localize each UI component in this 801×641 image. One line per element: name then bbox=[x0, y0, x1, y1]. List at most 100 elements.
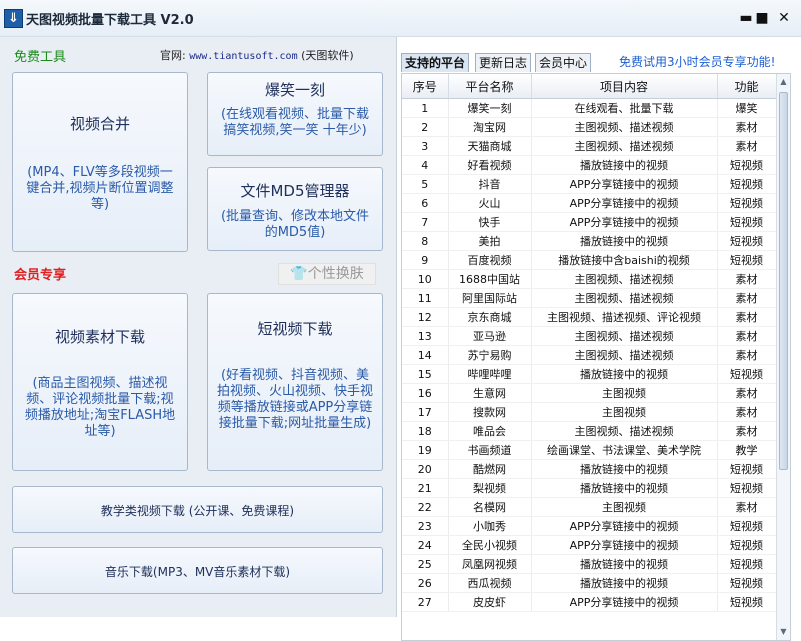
row-platform: 西瓜视频 bbox=[448, 573, 532, 593]
official-url-link[interactable]: www.tiantusoft.com bbox=[189, 51, 297, 62]
free-trial-link[interactable]: 免费试用3小时会员专享功能! bbox=[619, 53, 775, 70]
table-row[interactable]: 27 皮皮虾 APP分享链接中的视频 短视频 bbox=[402, 592, 777, 612]
table-row[interactable]: 8 美拍 播放链接中的视频 短视频 bbox=[402, 231, 777, 251]
scroll-up-icon[interactable]: ▲ bbox=[777, 74, 790, 90]
row-platform: 书画频道 bbox=[448, 440, 532, 460]
education-download-button[interactable]: 教学类视频下载 (公开课、免费课程) bbox=[12, 486, 383, 533]
row-function: 短视频 bbox=[717, 592, 777, 612]
md5-manager-button[interactable]: 文件MD5管理器 (批量查询、修改本地文件的MD5值) bbox=[207, 167, 383, 251]
row-platform: 天猫商城 bbox=[448, 136, 532, 156]
table-row[interactable]: 5 抖音 APP分享链接中的视频 短视频 bbox=[402, 174, 777, 194]
table-row[interactable]: 23 小咖秀 APP分享链接中的视频 短视频 bbox=[402, 516, 777, 536]
row-function: 短视频 bbox=[717, 478, 777, 498]
table-row[interactable]: 19 书画频道 绘画课堂、书法课堂、美术学院 教学 bbox=[402, 440, 777, 460]
table-row[interactable]: 22 名模网 主图视频 素材 bbox=[402, 497, 777, 517]
row-content: 播放链接中含baishi的视频 bbox=[531, 250, 718, 270]
column-header-content[interactable]: 项目内容 bbox=[531, 74, 718, 99]
row-index: 9 bbox=[402, 250, 449, 270]
row-function: 短视频 bbox=[717, 193, 777, 213]
table-row[interactable]: 6 火山 APP分享链接中的视频 短视频 bbox=[402, 193, 777, 213]
scroll-down-icon[interactable]: ▼ bbox=[777, 624, 790, 640]
row-function: 素材 bbox=[717, 421, 777, 441]
table-row[interactable]: 12 京东商城 主图视频、描述视频、评论视频 素材 bbox=[402, 307, 777, 327]
row-function: 短视频 bbox=[717, 155, 777, 175]
row-content: 主图视频 bbox=[531, 402, 718, 422]
table-row[interactable]: 9 百度视频 播放链接中含baishi的视频 短视频 bbox=[402, 250, 777, 270]
table-row[interactable]: 4 好看视频 播放链接中的视频 短视频 bbox=[402, 155, 777, 175]
row-platform: 爆笑一刻 bbox=[448, 98, 532, 118]
tab-update-log[interactable]: 更新日志 bbox=[475, 53, 532, 72]
row-index: 11 bbox=[402, 288, 449, 308]
table-row[interactable]: 15 哔哩哔哩 播放链接中的视频 短视频 bbox=[402, 364, 777, 384]
official-prefix: 官网: bbox=[160, 49, 186, 62]
short-video-title: 短视频下载 bbox=[257, 320, 333, 338]
table-row[interactable]: 14 苏宁易购 主图视频、描述视频 素材 bbox=[402, 345, 777, 365]
row-function: 素材 bbox=[717, 326, 777, 346]
table-row[interactable]: 10 1688中国站 主图视频、描述视频 素材 bbox=[402, 269, 777, 289]
education-title: 教学类视频下载 (公开课、免费课程) bbox=[100, 504, 295, 518]
row-content: 播放链接中的视频 bbox=[531, 573, 718, 593]
official-suffix: (天图软件) bbox=[301, 49, 354, 62]
table-row[interactable]: 2 淘宝网 主图视频、描述视频 素材 bbox=[402, 117, 777, 137]
table-row[interactable]: 1 爆笑一刻 在线观看、批量下载 爆笑 bbox=[402, 98, 777, 118]
row-function: 教学 bbox=[717, 440, 777, 460]
table-row[interactable]: 21 梨视频 播放链接中的视频 短视频 bbox=[402, 478, 777, 498]
baoxiao-title: 爆笑一刻 bbox=[264, 81, 325, 99]
row-function: 短视频 bbox=[717, 212, 777, 232]
table-row[interactable]: 17 搜款网 主图视频 素材 bbox=[402, 402, 777, 422]
material-download-button[interactable]: 视频素材下载 (商品主图视频、描述视频、评论视频批量下载;视频播放地址;淘宝FL… bbox=[12, 293, 188, 471]
tab-supported-platforms[interactable]: 支持的平台 bbox=[401, 53, 470, 72]
row-function: 素材 bbox=[717, 307, 777, 327]
md5-desc: (批量查询、修改本地文件的MD5值) bbox=[220, 209, 370, 240]
video-merge-button[interactable]: 视频合并 (MP4、FLV等多段视频一键合并,视频片断位置调整等) bbox=[12, 72, 188, 252]
music-download-button[interactable]: 音乐下载(MP3、MV音乐素材下载) bbox=[12, 547, 383, 594]
row-platform: 哔哩哔哩 bbox=[448, 364, 532, 384]
table-row[interactable]: 18 唯品会 主图视频、描述视频 素材 bbox=[402, 421, 777, 441]
column-header-platform[interactable]: 平台名称 bbox=[448, 74, 532, 99]
row-content: APP分享链接中的视频 bbox=[531, 212, 718, 232]
row-platform: 小咖秀 bbox=[448, 516, 532, 536]
table-row[interactable]: 24 全民小视频 APP分享链接中的视频 短视频 bbox=[402, 535, 777, 555]
row-index: 6 bbox=[402, 193, 449, 213]
table-row[interactable]: 11 阿里国际站 主图视频、描述视频 素材 bbox=[402, 288, 777, 308]
table-row[interactable]: 26 西瓜视频 播放链接中的视频 短视频 bbox=[402, 573, 777, 593]
tab-member-center[interactable]: 会员中心 bbox=[535, 53, 592, 72]
scroll-thumb[interactable] bbox=[779, 92, 788, 470]
column-header-function[interactable]: 功能 bbox=[717, 74, 777, 99]
baoxiao-button[interactable]: 爆笑一刻 (在线观看视频、批量下载搞笑视频,笑一笑 十年少) bbox=[207, 72, 383, 156]
table-row[interactable]: 7 快手 APP分享链接中的视频 短视频 bbox=[402, 212, 777, 232]
skin-button[interactable]: 👕个性换肤 bbox=[278, 263, 376, 285]
row-platform: 1688中国站 bbox=[448, 269, 532, 289]
row-index: 23 bbox=[402, 516, 449, 536]
table-row[interactable]: 20 酷燃网 播放链接中的视频 短视频 bbox=[402, 459, 777, 479]
window-title: 天图视频批量下载工具 V2.0 bbox=[26, 13, 194, 28]
row-function: 爆笑 bbox=[717, 98, 777, 118]
table-row[interactable]: 3 天猫商城 主图视频、描述视频 素材 bbox=[402, 136, 777, 156]
row-content: APP分享链接中的视频 bbox=[531, 592, 718, 612]
column-header-index[interactable]: 序号 bbox=[402, 74, 449, 99]
title-bar: ⇓ 天图视频批量下载工具 V2.0 ▬ ■ ✕ bbox=[0, 0, 801, 37]
table-row[interactable]: 13 亚马逊 主图视频、描述视频 素材 bbox=[402, 326, 777, 346]
row-platform: 苏宁易购 bbox=[448, 345, 532, 365]
close-button[interactable]: ✕ bbox=[774, 8, 794, 28]
table-row[interactable]: 25 凤凰网视频 播放链接中的视频 短视频 bbox=[402, 554, 777, 574]
row-content: 绘画课堂、书法课堂、美术学院 bbox=[531, 440, 718, 460]
row-content: 主图视频 bbox=[531, 383, 718, 403]
row-content: 主图视频、描述视频 bbox=[531, 326, 718, 346]
row-platform: 阿里国际站 bbox=[448, 288, 532, 308]
row-content: APP分享链接中的视频 bbox=[531, 193, 718, 213]
table-row[interactable]: 16 生意网 主图视频 素材 bbox=[402, 383, 777, 403]
row-function: 短视频 bbox=[717, 516, 777, 536]
row-index: 8 bbox=[402, 231, 449, 251]
vertical-scrollbar[interactable]: ▲ ▼ bbox=[776, 74, 790, 640]
row-index: 12 bbox=[402, 307, 449, 327]
row-index: 26 bbox=[402, 573, 449, 593]
row-content: 主图视频、描述视频 bbox=[531, 117, 718, 137]
row-content: 主图视频、描述视频 bbox=[531, 136, 718, 156]
table-body: 1 爆笑一刻 在线观看、批量下载 爆笑 2 淘宝网 主图视频、描述视频 素材 3 天猫商城 主图视频… bbox=[402, 98, 777, 612]
maximize-button[interactable]: ■ bbox=[752, 8, 772, 28]
row-platform: 抖音 bbox=[448, 174, 532, 194]
short-video-download-button[interactable]: 短视频下载 (好看视频、抖音视频、美拍视频、火山视频、快手视频等播放链接或APP… bbox=[207, 293, 383, 471]
row-content: 主图视频、描述视频 bbox=[531, 269, 718, 289]
row-function: 短视频 bbox=[717, 174, 777, 194]
